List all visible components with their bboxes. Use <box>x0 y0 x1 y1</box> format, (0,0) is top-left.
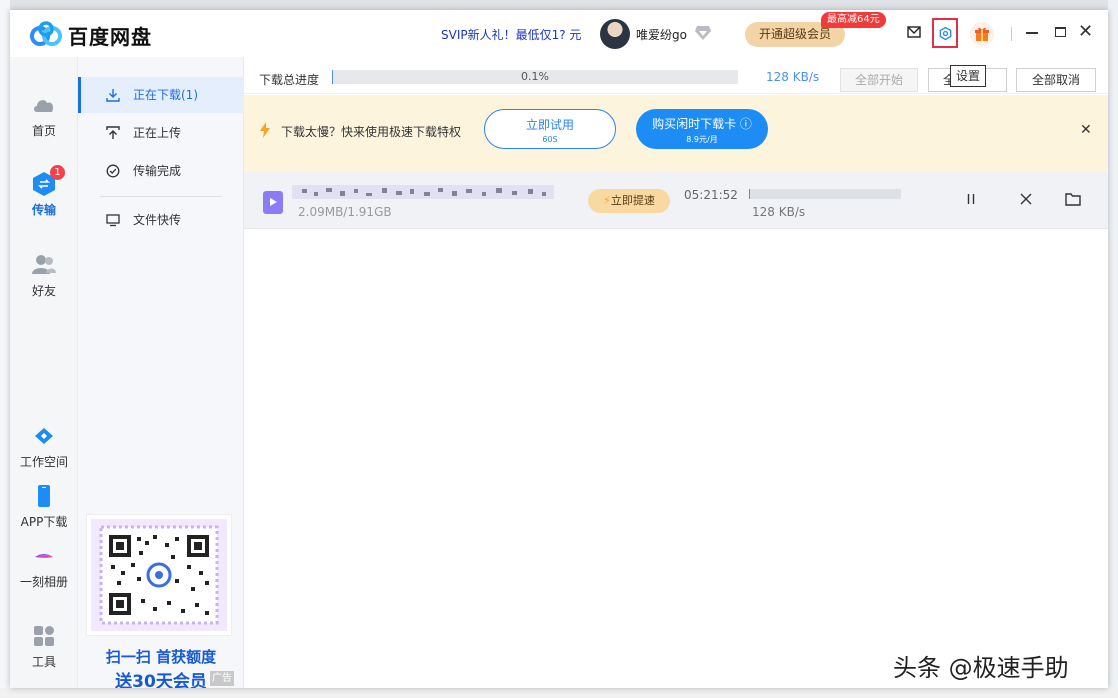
video-file-icon <box>263 191 283 214</box>
discount-badge: 最高减64元 <box>821 12 886 28</box>
banner-close-button[interactable]: ✕ <box>1080 122 1092 138</box>
nav-transfer-label: 传输 <box>10 201 78 218</box>
title-bar: 百度网盘 SVIP新人礼！最低仅1? 元 唯爱纷go 开通超级会员 最高减64元 <box>10 10 1108 57</box>
subnav-completed[interactable]: 传输完成 <box>78 153 244 189</box>
transfer-subnav: 正在下载(1) 正在上传 传输完成 文件快传 <box>78 57 244 688</box>
window-controls-divider <box>1011 27 1012 41</box>
subnav-quick-transfer-label: 文件快传 <box>133 213 181 227</box>
nav-home-label: 首页 <box>10 122 78 139</box>
buy-idle-card-price: 8.9元/月 <box>636 134 768 145</box>
cancel-all-button[interactable]: 全部取消 <box>1016 68 1096 92</box>
subnav-divider <box>100 196 222 197</box>
subnav-uploading[interactable]: 正在上传 <box>78 115 244 151</box>
nav-album[interactable]: 一刻相册 <box>10 543 78 590</box>
lightning-icon: ⚡ <box>603 194 611 207</box>
subnav-downloading[interactable]: 正在下载(1) <box>78 77 244 113</box>
try-now-sub: 60S <box>485 135 615 144</box>
svip-promo-link[interactable]: SVIP新人礼！最低仅1? 元 <box>441 26 581 43</box>
download-task-row[interactable]: 2.09MB/1.91GB ⚡立即提速 05:21:52 128 KB/s <box>244 172 1108 229</box>
desktop-left-edge <box>0 0 10 698</box>
open-folder-icon[interactable] <box>1064 190 1082 208</box>
nav-app-download[interactable]: APP下载 <box>10 483 78 530</box>
upload-icon <box>106 126 120 140</box>
baidu-netdisk-logo <box>28 20 64 48</box>
subnav-quick-transfer[interactable]: 文件快传 <box>78 202 244 238</box>
app-window: 百度网盘 SVIP新人礼！最低仅1? 元 唯爱纷go 开通超级会员 最高减64元 <box>10 10 1108 688</box>
total-progress-bar-row: 下载总进度 0.1% 128 KB/s 全部开始 全部 全部取消 设置 <box>244 57 1108 94</box>
transfer-count-badge: 1 <box>50 165 65 180</box>
watermark: 头条 @极速手助 <box>893 648 1069 683</box>
nav-album-label: 一刻相册 <box>10 573 78 590</box>
ad-text-line1: 扫一扫 首获额度 <box>78 646 244 667</box>
nav-friends[interactable]: 好友 <box>10 252 78 299</box>
subnav-uploading-label: 正在上传 <box>133 126 181 140</box>
qr-code-icon <box>87 515 231 635</box>
banner-text: 下载太慢？快来使用极速下载特权 <box>281 123 461 140</box>
nav-transfer[interactable]: 1 传输 <box>10 171 78 218</box>
buy-idle-card-text: 购买闲时下载卡 <box>652 117 736 131</box>
album-icon <box>31 543 57 569</box>
nav-tools-label: 工具 <box>10 653 78 670</box>
minimize-button[interactable] <box>1026 32 1038 34</box>
workspace-icon <box>31 423 57 449</box>
desktop-bottom-edge <box>0 688 1118 698</box>
task-speed: 128 KB/s <box>752 205 805 219</box>
cloud-icon <box>31 92 57 118</box>
lightning-icon <box>259 122 271 138</box>
total-progress-track: 0.1% <box>332 70 738 84</box>
monitor-icon <box>106 213 120 227</box>
speed-promo-banner: 下载太慢？快来使用极速下载特权 立即试用 60S 购买闲时下载卡 ⓘ 8.9元/… <box>244 95 1108 172</box>
pause-icon[interactable] <box>962 190 980 208</box>
task-progress-track <box>749 189 901 199</box>
diamond-icon[interactable] <box>694 25 712 41</box>
mail-icon[interactable] <box>907 26 921 38</box>
nav-tools[interactable]: 工具 <box>10 623 78 670</box>
gift-icon[interactable] <box>970 22 994 46</box>
start-all-button[interactable]: 全部开始 <box>840 68 918 92</box>
avatar[interactable] <box>600 19 630 49</box>
desktop-right-edge <box>1108 0 1118 698</box>
time-remaining: 05:21:52 <box>684 188 738 202</box>
nav-workspace-label: 工作空间 <box>10 453 78 470</box>
speed-up-button[interactable]: ⚡立即提速 <box>588 189 670 213</box>
buy-idle-card-button[interactable]: 购买闲时下载卡 ⓘ 8.9元/月 <box>636 109 768 149</box>
try-now-label: 立即试用 <box>485 116 615 133</box>
phone-icon <box>31 483 57 509</box>
speed-up-label: 立即提速 <box>611 194 655 207</box>
friends-icon <box>31 252 57 278</box>
nav-workspace[interactable]: 工作空间 <box>10 423 78 470</box>
settings-button[interactable] <box>932 18 958 48</box>
settings-tooltip: 设置 <box>950 65 986 87</box>
file-size: 2.09MB/1.91GB <box>298 205 392 219</box>
total-progress-percent: 0.1% <box>332 70 738 84</box>
maximize-button[interactable] <box>1055 27 1066 37</box>
blurred-file-name <box>292 181 554 203</box>
cancel-task-icon[interactable] <box>1017 190 1035 208</box>
close-window-button[interactable]: ✕ <box>1078 22 1093 42</box>
nav-app-download-label: APP下载 <box>10 513 78 530</box>
nav-friends-label: 好友 <box>10 282 78 299</box>
task-progress-fill <box>749 189 750 199</box>
subnav-downloading-label: 正在下载(1) <box>133 88 198 102</box>
gear-icon <box>939 27 952 40</box>
app-title: 百度网盘 <box>68 21 152 50</box>
qr-code-ad[interactable] <box>86 514 232 636</box>
download-icon <box>106 88 120 102</box>
info-icon: ⓘ <box>740 117 752 131</box>
buy-idle-card-label: 购买闲时下载卡 ⓘ <box>636 115 768 132</box>
username[interactable]: 唯爱纷go <box>636 26 687 43</box>
total-progress-label: 下载总进度 <box>259 71 319 88</box>
left-navigation: 首页 1 传输 好友 工作空间 <box>10 57 78 688</box>
ad-tag: 广告 <box>210 671 234 686</box>
download-panel: 下载总进度 0.1% 128 KB/s 全部开始 全部 全部取消 设置 下载太慢… <box>244 57 1108 688</box>
check-circle-icon <box>106 164 120 178</box>
try-now-button[interactable]: 立即试用 60S <box>484 109 616 149</box>
tools-icon <box>31 623 57 649</box>
subnav-completed-label: 传输完成 <box>133 164 181 178</box>
nav-home[interactable]: 首页 <box>10 92 78 139</box>
total-speed: 128 KB/s <box>766 70 819 84</box>
